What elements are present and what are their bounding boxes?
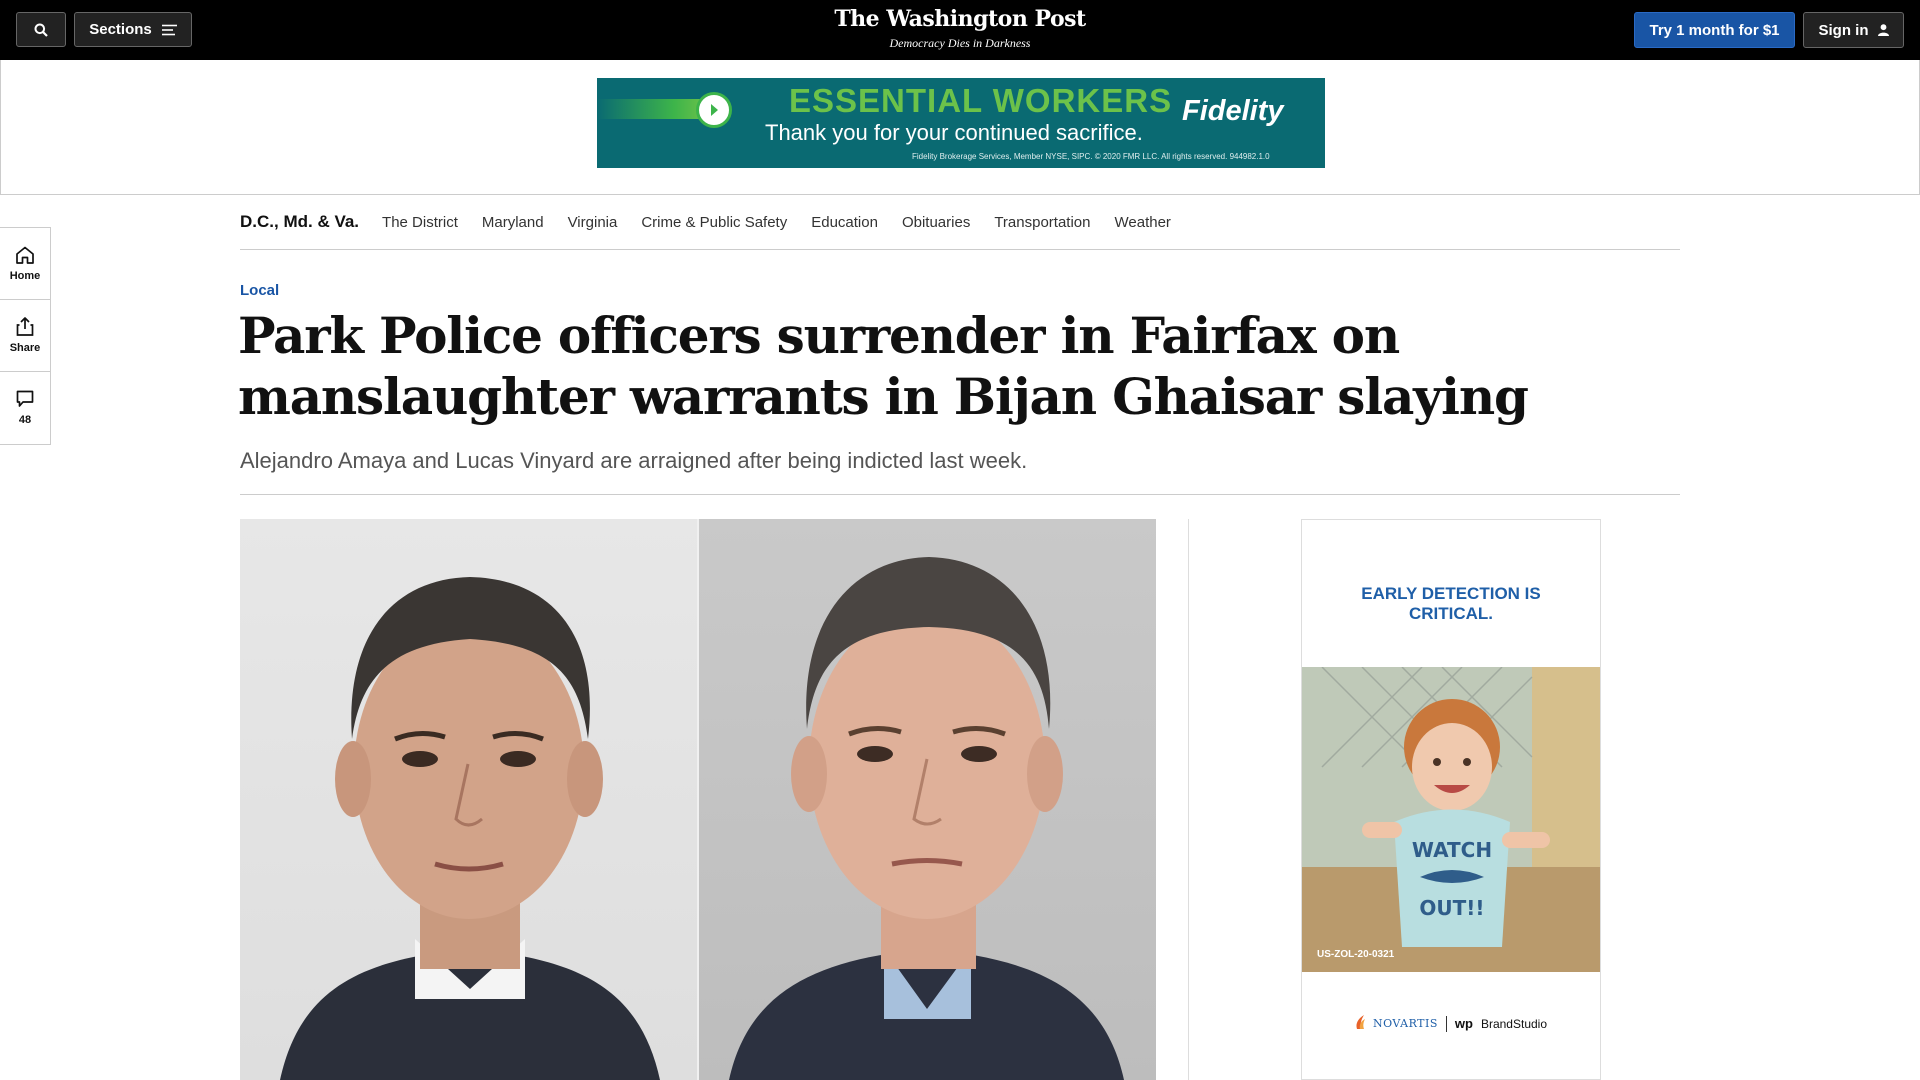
novartis-logo-icon (1355, 1015, 1365, 1032)
nav-link-obituaries[interactable]: Obituaries (902, 214, 970, 231)
home-button[interactable]: Home (0, 228, 50, 300)
footer-separator (1445, 1015, 1447, 1032)
search-button[interactable] (16, 12, 66, 47)
comments-count: 48 (18, 414, 32, 426)
side-ad-photo-toddler: WATCH OUT!! US-ZOL-20-0321 (1302, 667, 1600, 972)
side-ad-headline-line2: CRITICAL. (1408, 604, 1494, 623)
logo-wordmark: The Washington Post (834, 6, 1086, 32)
lead-photo[interactable] (240, 519, 1156, 1080)
sign-in-label: Sign in (1818, 21, 1869, 39)
side-ad-headline: EARLY DETECTION IS CRITICAL. (1302, 584, 1600, 624)
shirt-text-out: OUT!! (1419, 896, 1484, 920)
brand-studio-label: BrandStudio (1480, 1016, 1547, 1031)
header-divider (240, 494, 1680, 495)
ad-subline: Thank you for your continued sacrifice. (765, 120, 1143, 145)
side-ad-code: US-ZOL-20-0321 (1317, 949, 1395, 960)
logo-tagline: Democracy Dies in Darkness (889, 36, 1031, 50)
section-navigation: D.C., Md. & Va. The District Maryland Vi… (240, 195, 1680, 250)
wp-mark: wp (1454, 1016, 1473, 1031)
top-navigation-bar: Sections The Washington Post Democracy D… (0, 0, 1920, 60)
article-kicker-local[interactable]: Local (240, 282, 279, 299)
mugshot-left (240, 519, 699, 1080)
fidelity-ad-banner[interactable]: ESSENTIAL WORKERS Thank you for your con… (597, 78, 1325, 168)
side-ad-headline-line1: EARLY DETECTION IS (1361, 584, 1541, 603)
share-label: Share (9, 342, 41, 354)
subscribe-button[interactable]: Try 1 month for $1 (1634, 12, 1795, 48)
side-ad-footer: NOVARTIS wp BrandStudio (1302, 1015, 1600, 1032)
ad-brand-logo: Fidelity (1182, 95, 1284, 127)
nav-link-the-district[interactable]: The District (382, 214, 458, 231)
sections-menu-button[interactable]: Sections (74, 12, 192, 47)
nav-link-weather[interactable]: Weather (1115, 214, 1171, 231)
site-logo[interactable]: The Washington Post Democracy Dies in Da… (760, 6, 1160, 51)
right-rail-divider (1188, 519, 1189, 1080)
mugshot-right (699, 519, 1156, 1080)
section-title-link[interactable]: D.C., Md. & Va. (240, 212, 359, 232)
user-icon (1877, 24, 1889, 36)
nav-link-crime-public-safety[interactable]: Crime & Public Safety (641, 214, 787, 231)
arrow-right-icon (696, 92, 732, 128)
nav-link-education[interactable]: Education (811, 214, 878, 231)
share-icon (16, 317, 34, 336)
ad-headline: ESSENTIAL WORKERS (789, 82, 1173, 119)
search-icon (34, 23, 48, 37)
comments-button[interactable]: 48 (0, 372, 50, 444)
share-button[interactable]: Share (0, 300, 50, 372)
top-ad-container: ESSENTIAL WORKERS Thank you for your con… (0, 60, 1920, 195)
nav-link-maryland[interactable]: Maryland (482, 214, 544, 231)
novartis-sponsored-ad[interactable]: EARLY DETECTION IS CRITICAL. WATCH OUT!!… (1301, 519, 1601, 1080)
nav-link-virginia[interactable]: Virginia (568, 214, 618, 231)
sign-in-button[interactable]: Sign in (1803, 12, 1904, 48)
shirt-text-watch: WATCH (1412, 838, 1492, 862)
left-action-rail: Home Share 48 (0, 227, 51, 445)
nav-link-transportation[interactable]: Transportation (994, 214, 1090, 231)
menu-icon (161, 24, 177, 35)
ad-fine-print: Fidelity Brokerage Services, Member NYSE… (912, 152, 1270, 161)
home-icon (16, 246, 34, 264)
comment-icon (16, 390, 34, 407)
novartis-wordmark: NOVARTIS (1372, 1017, 1438, 1030)
article-headline: Park Police officers surrender in Fairfa… (238, 306, 1529, 426)
ad-arrow-stripe (597, 99, 707, 119)
sections-label: Sections (89, 21, 152, 38)
article-subheadline: Alejandro Amaya and Lucas Vinyard are ar… (240, 448, 1028, 473)
home-label: Home (9, 269, 41, 282)
